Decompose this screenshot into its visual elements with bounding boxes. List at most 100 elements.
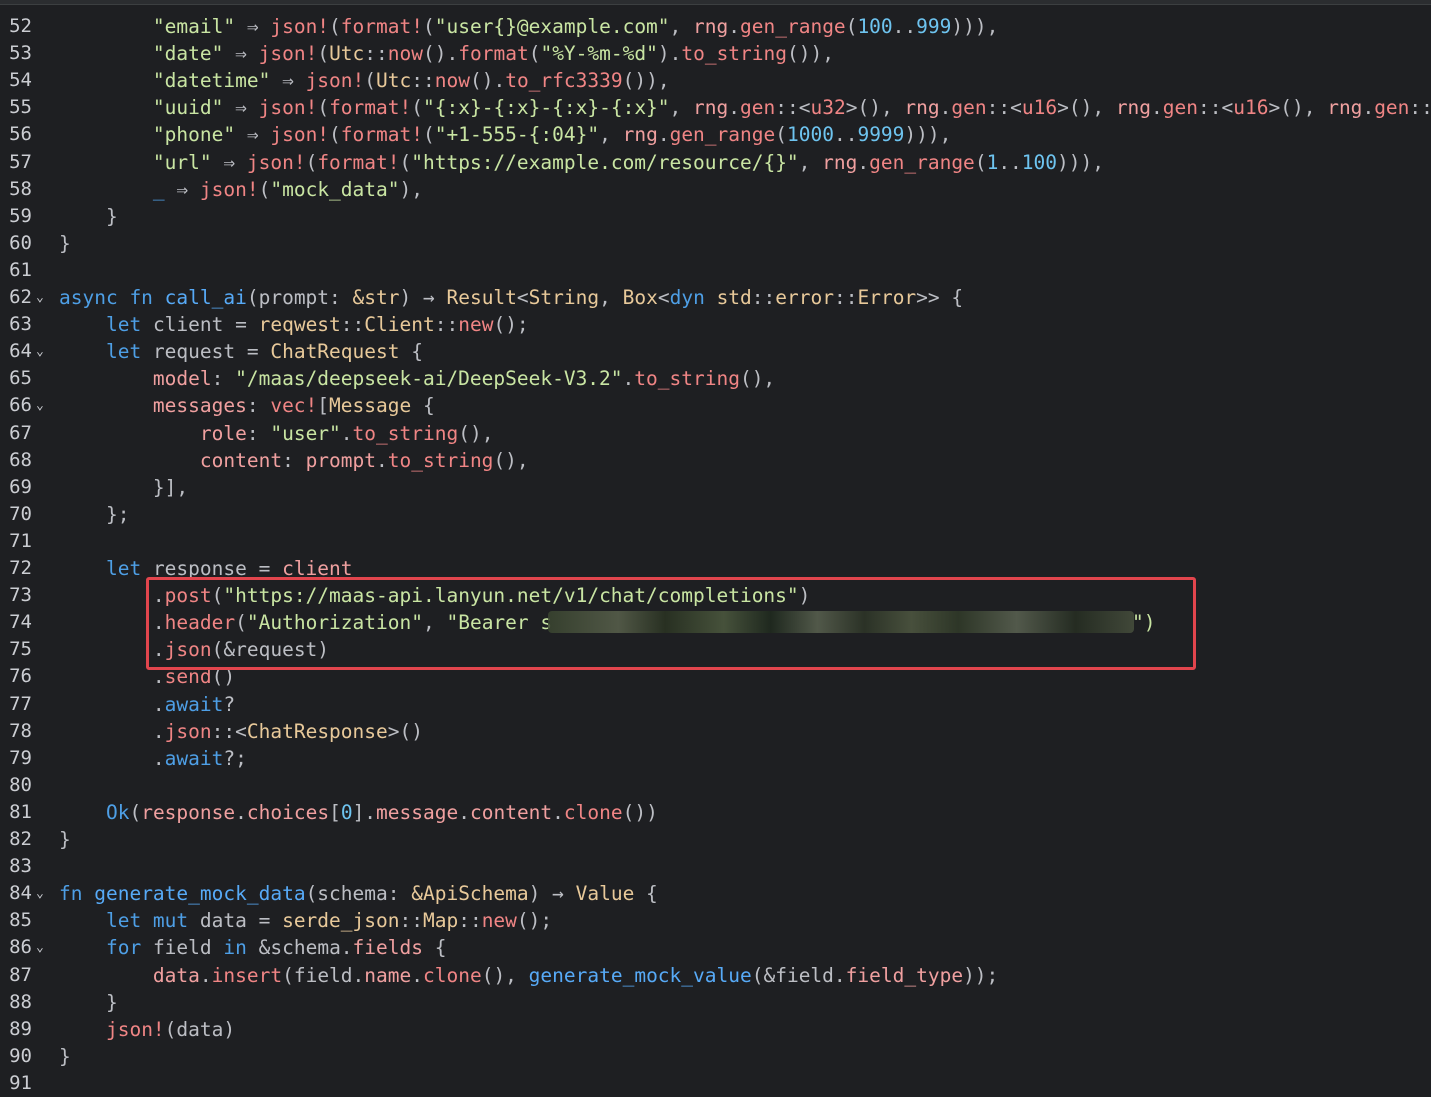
- code-token: >(),: [845, 96, 905, 120]
- code-token: }: [59, 231, 71, 255]
- code-token: "user{}@example.com": [434, 15, 670, 38]
- code-line[interactable]: 69 }],: [0, 474, 1431, 501]
- code-text: "date" ⇒ json!(Utc::now().format("%Y-%m-…: [59, 40, 834, 67]
- code-token: new: [458, 313, 494, 337]
- code-line[interactable]: 78 .json::<ChatResponse>(): [0, 718, 1431, 745]
- line-number: 55: [9, 96, 32, 119]
- code-line[interactable]: 84 ⌄ fn generate_mock_data(schema: &ApiSch…: [0, 880, 1431, 907]
- code-token: >(): [387, 719, 423, 743]
- code-line[interactable]: 82}: [0, 826, 1431, 853]
- code-token: (data): [164, 1017, 236, 1041]
- code-token: ⇒: [211, 150, 247, 174]
- code-line[interactable]: 70 };: [0, 501, 1431, 528]
- code-token: (: [411, 96, 423, 120]
- code-editor[interactable]: 52 "email" ⇒ json!(format!("user{}@examp…: [0, 0, 1431, 1095]
- line-number: 69: [9, 475, 32, 498]
- code-line[interactable]: 81 Ok(response.choices[0].message.conten…: [0, 799, 1431, 826]
- code-line[interactable]: 77 .await?: [0, 691, 1431, 718]
- code-line[interactable]: 71: [0, 528, 1431, 555]
- code-token: (: [364, 69, 377, 93]
- code-token: .: [728, 15, 741, 38]
- code-token: (: [974, 150, 987, 174]
- code-token: to_rfc3339: [505, 69, 623, 93]
- code-line[interactable]: 91: [0, 1070, 1431, 1097]
- code-token: format!: [340, 123, 423, 147]
- code-token: gen: [740, 96, 776, 120]
- code-token: gen_range: [869, 150, 975, 174]
- code-token: gen_range: [669, 123, 776, 147]
- code-token: "url": [152, 150, 212, 174]
- code-text: let request = ChatRequest {: [59, 338, 423, 365]
- code-line[interactable]: 64 ⌄ let request = ChatRequest {: [0, 338, 1431, 365]
- code-line[interactable]: 59 }: [0, 203, 1431, 230]
- code-line[interactable]: 68 content: prompt.to_string(),: [0, 447, 1431, 474]
- code-line[interactable]: 61: [0, 257, 1431, 284]
- code-line[interactable]: 85 let mut data = serde_json::Map::new()…: [0, 907, 1431, 934]
- code-line[interactable]: 58 _ ⇒ json!("mock_data"),: [0, 176, 1431, 203]
- code-line[interactable]: 63 let client = reqwest::Client::new();: [0, 311, 1431, 338]
- fold-chevron-icon[interactable]: ⌄: [36, 338, 50, 365]
- code-line[interactable]: 65 model: "/maas/deepseek-ai/DeepSeek-V3…: [0, 365, 1431, 392]
- line-number: 70: [9, 502, 32, 525]
- code-text: .await?;: [59, 745, 247, 772]
- code-token: insert: [211, 963, 283, 987]
- code-line[interactable]: 90}: [0, 1043, 1431, 1070]
- code-line[interactable]: 79 .await?;: [0, 745, 1431, 772]
- code-line[interactable]: 60}: [0, 230, 1431, 257]
- code-token: async fn: [59, 286, 165, 309]
- code-text: Ok(response.choices[0].message.content.c…: [59, 799, 658, 826]
- code-text: "uuid" ⇒ json!(format!("{:x}-{:x}-{:x}-{…: [59, 94, 1431, 121]
- code-line[interactable]: 52 "email" ⇒ json!(format!("user{}@examp…: [0, 13, 1431, 40]
- code-line[interactable]: 83: [0, 853, 1431, 880]
- code-token: ()): [622, 800, 658, 824]
- code-line[interactable]: 54 "datetime" ⇒ json!(Utc::now().to_rfc3…: [0, 67, 1431, 94]
- fold-chevron-icon[interactable]: ⌄: [36, 934, 50, 961]
- code-line[interactable]: 67 role: "user".to_string(),: [0, 420, 1431, 447]
- code-line[interactable]: 56 "phone" ⇒ json!(format!("+1-555-{:04}…: [0, 121, 1431, 148]
- code-text: model: "/maas/deepseek-ai/DeepSeek-V3.2"…: [59, 365, 775, 392]
- line-number: 80: [9, 773, 32, 796]
- fold-chevron-icon[interactable]: ⌄: [36, 880, 50, 907]
- code-line[interactable]: 88 }: [0, 989, 1431, 1016]
- code-token: .: [59, 692, 165, 716]
- code-token: ,: [669, 96, 694, 120]
- code-token: gen: [1374, 96, 1410, 120]
- code-token: choices: [246, 800, 330, 824]
- code-token: {: [411, 394, 435, 418]
- code-token: Ok: [105, 800, 130, 824]
- code-token: model: [152, 367, 212, 391]
- code-line[interactable]: 86 ⌄ for field in &schema.fields {: [0, 934, 1431, 961]
- code-line[interactable]: 57 "url" ⇒ json!(format!("https://exampl…: [0, 149, 1431, 176]
- code-text: role: "user".to_string(),: [59, 420, 494, 447]
- line-number: 91: [9, 1071, 32, 1094]
- code-text: messages: vec![Message {: [59, 392, 435, 419]
- code-line[interactable]: 87 data.insert(field.name.clone(), gener…: [0, 962, 1431, 989]
- code-token: .: [199, 963, 212, 987]
- code-line[interactable]: 62 ⌄ async fn call_ai(prompt: &str) → Resu…: [0, 284, 1431, 311]
- code-token: (: [845, 15, 858, 38]
- code-token: Client: [364, 313, 435, 337]
- code-text: "email" ⇒ json!(format!("user{}@example.…: [59, 13, 998, 40]
- code-token: format!: [317, 150, 400, 174]
- code-token: data: [152, 963, 200, 987]
- code-line[interactable]: 53 "date" ⇒ json!(Utc::now().format("%Y-…: [0, 40, 1431, 67]
- code-text: "datetime" ⇒ json!(Utc::now().to_rfc3339…: [59, 67, 670, 94]
- code-line[interactable]: 55 "uuid" ⇒ json!(format!("{:x}-{:x}-{:x…: [0, 94, 1431, 121]
- fold-chevron-icon[interactable]: ⌄: [36, 284, 50, 311]
- code-token: (: [317, 42, 330, 66]
- code-token: ))): [1057, 150, 1093, 174]
- code-token: let: [105, 340, 153, 364]
- line-number: 63: [9, 313, 32, 336]
- code-line[interactable]: 80: [0, 772, 1431, 799]
- code-line[interactable]: 89 json!(data): [0, 1016, 1431, 1043]
- code-token: "/maas/deepseek-ai/DeepSeek-V3.2": [235, 367, 623, 391]
- code-token: "datetime": [152, 69, 271, 93]
- code-token: ⇒: [235, 123, 271, 147]
- line-number: 88: [9, 990, 32, 1013]
- code-token: ⇒: [164, 177, 200, 201]
- fold-chevron-icon[interactable]: ⌄: [36, 392, 50, 419]
- code-line[interactable]: 66 ⌄ messages: vec![Message {: [0, 392, 1431, 419]
- code-token: ..: [998, 150, 1022, 174]
- line-number: 76: [9, 665, 32, 688]
